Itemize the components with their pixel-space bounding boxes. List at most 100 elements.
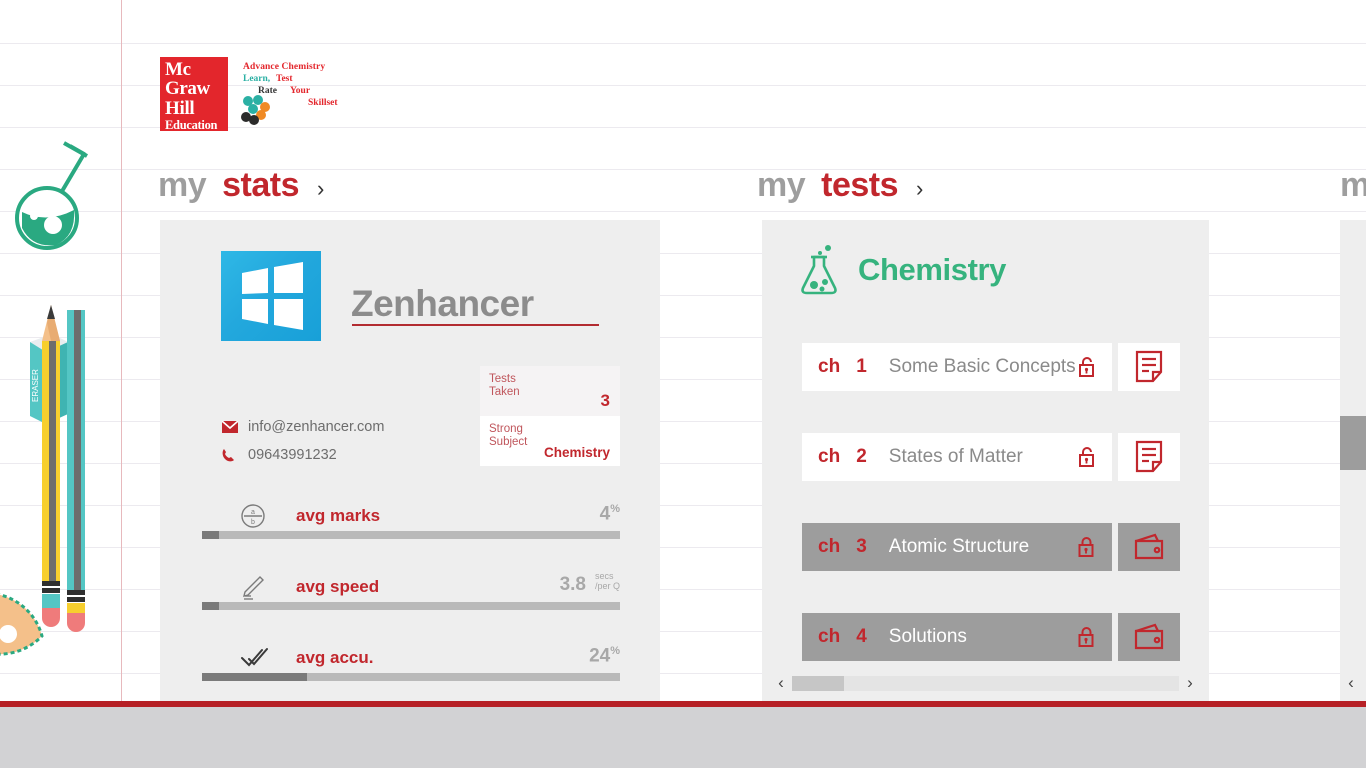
flask-illustration [15, 141, 88, 250]
metric-avg-accuracy: avg accu. 24% [202, 643, 620, 681]
strong-subject-row: Strong Subject Chemistry [480, 416, 620, 466]
chapter-3-action[interactable] [1118, 523, 1180, 571]
strong-subject-label-2: Subject [489, 436, 528, 448]
section-header-stats[interactable]: my stats › [158, 166, 324, 205]
molecule-icon [241, 95, 270, 125]
lock-icon[interactable] [1076, 626, 1098, 648]
chapter-2-main[interactable]: ch 2 States of Matter [802, 433, 1112, 481]
progress-track-avg-accuracy [202, 673, 620, 681]
subject-header: Chemistry [798, 244, 1006, 296]
tagline-your: Your [290, 86, 311, 96]
scroll-track[interactable] [792, 675, 1179, 691]
my-stats-panel: Zenhancer Tests Taken 3 Strong Subject C… [160, 220, 660, 702]
metric-unit-line1: secs [594, 571, 614, 581]
metric-unit-avg-speed: secs /per Q [595, 571, 620, 591]
contact-email-text: info@zenhancer.com [248, 419, 385, 435]
progress-fill-avg-accuracy [202, 673, 307, 681]
metric-avg-marks: ab avg marks 4% [202, 501, 620, 539]
footer-bar [0, 707, 1366, 768]
logo-line-2: Graw [165, 78, 210, 100]
metric-label-avg-marks: avg marks [296, 506, 381, 525]
scroll-right-arrow-icon[interactable]: › [1179, 673, 1201, 693]
stats-header-prefix: my [158, 166, 207, 204]
strong-subject-label: Strong Subject [489, 423, 527, 449]
pencil-icon [240, 574, 266, 600]
brand-tagline: Advance Chemistry Learn, Test Rate Your … [233, 57, 403, 131]
tests-taken-label: Tests Taken [489, 373, 520, 399]
yellow-pencil-illustration [42, 305, 60, 627]
logo-line-3: Hill [165, 97, 195, 119]
mcgraw-hill-logo-box: Mc Graw Hill Education [160, 57, 228, 131]
chapter-4-ch-label: ch [818, 626, 841, 647]
chapter-2-action[interactable] [1118, 433, 1180, 481]
tagline-test: Test [276, 74, 293, 84]
fraction-icon: ab [240, 503, 266, 529]
unlock-icon[interactable] [1076, 446, 1098, 468]
chevron-right-icon[interactable]: › [916, 176, 923, 202]
contact-email-row[interactable]: info@zenhancer.com [222, 413, 384, 441]
metric-value-avg-accuracy: 24% [589, 645, 620, 667]
progress-fill-avg-speed [202, 602, 219, 610]
scroll-left-arrow-icon[interactable]: ‹ [1340, 673, 1362, 693]
mcgraw-hill-logo: Mc Graw Hill Education Advance Chemistry… [160, 57, 403, 131]
metric-number-avg-marks: 4 [599, 503, 611, 525]
chapter-row-1[interactable]: ch 1 Some Basic Concepts [802, 343, 1180, 391]
chapter-1-number: 1 [856, 356, 867, 377]
scroll-left-arrow-icon[interactable]: ‹ [770, 673, 792, 693]
chapter-1-main[interactable]: ch 1 Some Basic Concepts [802, 343, 1112, 391]
chapter-3-ch-label: ch [818, 536, 841, 557]
metric-suffix-avg-accuracy: % [610, 645, 620, 657]
chapter-3-main[interactable]: ch 3 Atomic Structure [802, 523, 1112, 571]
tagline-line-1: Advance Chemistry [243, 62, 326, 72]
contact-phone-text: 09643991232 [248, 447, 337, 463]
chapter-3-title: Atomic Structure [888, 536, 1030, 557]
stats-header-word: stats [222, 166, 300, 204]
chapter-3-number: 3 [856, 536, 867, 557]
chapter-row-4[interactable]: ch 4 Solutions [802, 613, 1180, 661]
wallet-icon [1134, 623, 1164, 650]
teal-pencil-illustration [67, 310, 85, 632]
contact-phone-row[interactable]: 09643991232 [222, 441, 384, 469]
chapter-4-number: 4 [856, 626, 867, 647]
third-panel-locked-row[interactable] [1340, 416, 1366, 470]
chapter-4-main[interactable]: ch 4 Solutions [802, 613, 1112, 661]
tests-taken-label-1: Tests [489, 373, 516, 385]
chapter-row-2[interactable]: ch 2 States of Matter [802, 433, 1180, 481]
tests-header-prefix: my [757, 166, 806, 204]
metric-unit-line2: /per Q [594, 581, 620, 591]
third-panel-scrollbar[interactable]: ‹ [1340, 672, 1366, 694]
note-icon [1135, 350, 1163, 383]
metric-label-avg-speed: avg speed [296, 577, 380, 596]
progress-track-avg-speed [202, 602, 620, 610]
svg-text:a: a [251, 509, 255, 516]
chapter-1-action[interactable] [1118, 343, 1180, 391]
chevron-right-icon[interactable]: › [317, 176, 324, 202]
wallet-icon [1134, 533, 1164, 560]
metric-value-avg-marks: 4% [600, 503, 620, 525]
scroll-thumb[interactable] [792, 675, 844, 691]
chapter-2-number: 2 [856, 446, 867, 467]
flask-icon [801, 245, 837, 295]
tests-taken-row: Tests Taken 3 [480, 366, 620, 416]
mini-stats-box: Tests Taken 3 Strong Subject Chemistry [480, 366, 620, 466]
third-panel-partial: ‹ [1340, 220, 1366, 702]
progress-fill-avg-marks [202, 531, 219, 539]
lock-icon[interactable] [1076, 536, 1098, 558]
chapter-4-action[interactable] [1118, 613, 1180, 661]
unlock-icon[interactable] [1076, 356, 1098, 378]
chapter-1-title: Some Basic Concepts [888, 356, 1075, 377]
phone-icon [222, 448, 248, 463]
chapter-4-title: Solutions [888, 626, 967, 647]
strong-subject-label-1: Strong [489, 423, 523, 435]
tests-taken-value: 3 [600, 391, 610, 410]
chapter-2-ch-label: ch [818, 446, 841, 467]
tests-horizontal-scrollbar[interactable]: ‹ › [770, 672, 1201, 694]
username-label: Zenhancer [351, 283, 534, 324]
chapter-row-3[interactable]: ch 3 Atomic Structure [802, 523, 1180, 571]
svg-text:b: b [251, 519, 255, 526]
section-header-tests[interactable]: my tests › [757, 166, 923, 205]
chapter-2-title: States of Matter [888, 446, 1023, 467]
section-header-third[interactable]: m [1340, 166, 1366, 205]
tagline-learn: Learn, [243, 74, 271, 84]
tests-taken-label-2: Taken [489, 386, 520, 398]
